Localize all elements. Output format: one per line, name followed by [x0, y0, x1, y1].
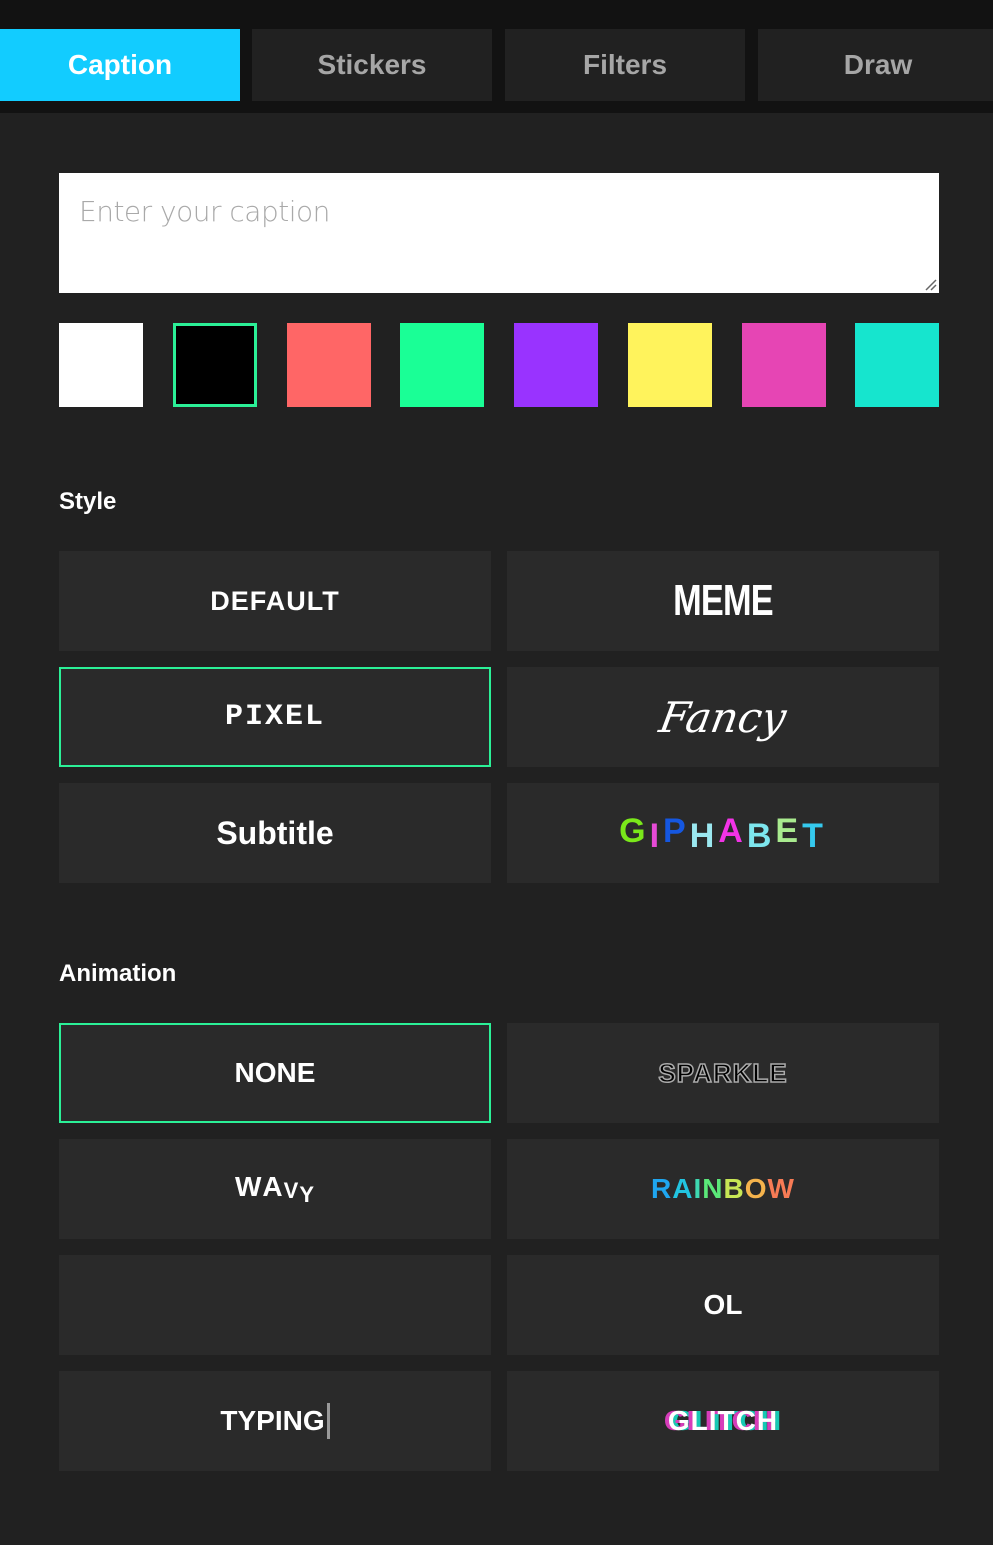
color-swatch[interactable]: [628, 323, 712, 407]
animation-option-label: RAINBOW: [651, 1173, 795, 1205]
wavy-letter: V: [283, 1178, 300, 1203]
tab-filters[interactable]: Filters: [505, 29, 745, 101]
wavy-letter: Y: [299, 1182, 316, 1207]
animation-option-blank[interactable]: [59, 1255, 491, 1355]
animation-option-sparkle[interactable]: SPARKLE: [507, 1023, 939, 1123]
style-option-pixel[interactable]: PIXEL: [59, 667, 491, 767]
tab-stickers[interactable]: Stickers: [252, 29, 492, 101]
animation-option-typing[interactable]: TYPING: [59, 1371, 491, 1471]
resize-grip-icon[interactable]: [923, 277, 937, 291]
tab-draw[interactable]: Draw: [758, 29, 993, 101]
wavy-letter: A: [262, 1171, 284, 1202]
animation-option-label: NONE: [234, 1057, 316, 1088]
rainbow-letter: N: [702, 1173, 724, 1204]
rainbow-letter: I: [693, 1173, 703, 1204]
animation-option-ol[interactable]: OL: [507, 1255, 939, 1355]
animation-option-label: TYPING: [220, 1405, 325, 1436]
giphabet-letter: A: [718, 811, 747, 850]
color-swatch[interactable]: [514, 323, 598, 407]
style-option-subtitle[interactable]: Subtitle: [59, 783, 491, 883]
style-option-label: Fancy: [655, 692, 791, 742]
style-option-label: PIXEL: [224, 700, 325, 734]
animation-option-glitch[interactable]: GLITCH: [507, 1371, 939, 1471]
rainbow-letter: W: [767, 1173, 795, 1204]
color-swatch[interactable]: [742, 323, 826, 407]
caption-placeholder: Enter your caption: [79, 195, 330, 228]
tab-bar: Caption Stickers Filters Draw: [0, 0, 993, 113]
animation-section-label: Animation: [59, 960, 177, 987]
giphabet-letter: B: [746, 816, 776, 855]
style-option-label: DEFAULT: [210, 585, 340, 616]
animation-option-wavy[interactable]: WAVY: [59, 1139, 491, 1239]
style-option-label: Subtitle: [216, 814, 334, 851]
rainbow-letter: O: [744, 1173, 768, 1204]
rainbow-letter: B: [723, 1173, 745, 1204]
giphabet-letter: P: [663, 811, 690, 850]
style-option-giphabet[interactable]: GIPHABET: [507, 783, 939, 883]
style-option-default[interactable]: DEFAULT: [59, 551, 491, 651]
animation-option-label: GLITCH: [667, 1405, 779, 1436]
giphabet-letter: H: [689, 816, 719, 855]
animation-option-label: SPARKLE: [658, 1057, 788, 1089]
tab-caption[interactable]: Caption: [0, 29, 240, 101]
color-swatch[interactable]: [287, 323, 371, 407]
rainbow-letter: R: [651, 1173, 673, 1204]
caption-input[interactable]: Enter your caption: [59, 173, 939, 293]
color-swatch[interactable]: [855, 323, 939, 407]
animation-option-none[interactable]: NONE: [59, 1023, 491, 1123]
giphabet-logo: GIPHABET: [619, 811, 827, 855]
style-section-label: Style: [59, 488, 117, 515]
animation-option-label: WAVY: [234, 1171, 316, 1207]
style-option-meme[interactable]: MEME: [507, 551, 939, 651]
giphabet-letter: E: [775, 811, 803, 850]
color-swatch[interactable]: [400, 323, 484, 407]
giphabet-letter: T: [802, 816, 827, 855]
rainbow-letter: A: [672, 1173, 694, 1204]
style-option-label: MEME: [673, 576, 774, 625]
wavy-letter: W: [234, 1171, 263, 1202]
giphabet-letter: I: [649, 816, 664, 855]
text-cursor-icon: [326, 1403, 330, 1439]
giphabet-letter: G: [619, 811, 650, 850]
color-swatch[interactable]: [59, 323, 143, 407]
animation-option-label: OL: [703, 1289, 743, 1320]
animation-option-rainbow[interactable]: RAINBOW: [507, 1139, 939, 1239]
style-option-fancy[interactable]: Fancy: [507, 667, 939, 767]
color-swatch[interactable]: [173, 323, 257, 407]
